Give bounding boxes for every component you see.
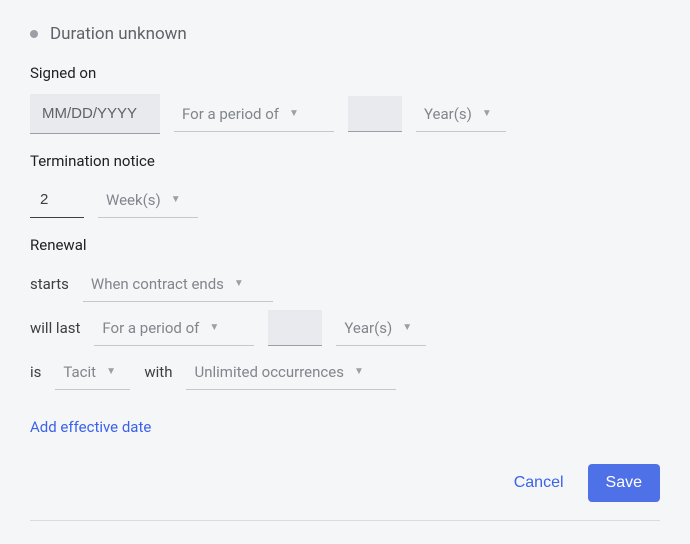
bullet-icon (30, 30, 38, 38)
chevron-down-icon: ▼ (354, 367, 364, 377)
renewal-is-value: Tacit (63, 363, 96, 381)
add-effective-date-link[interactable]: Add effective date (30, 418, 151, 436)
signed-on-label: Signed on (30, 64, 660, 82)
signed-on-period-value-input[interactable] (348, 96, 402, 132)
renewal-starts-select[interactable]: When contract ends ▼ (83, 266, 273, 302)
renewal-is-select[interactable]: Tacit ▼ (55, 354, 130, 390)
signed-on-period-type-value: For a period of (182, 105, 279, 123)
signed-on-period-unit-select[interactable]: Year(s) ▼ (416, 96, 506, 132)
signed-on-date-input[interactable] (30, 94, 160, 134)
termination-unit-value: Week(s) (106, 191, 161, 209)
duration-title: Duration unknown (50, 24, 187, 44)
renewal-will-last-type-value: For a period of (102, 319, 199, 337)
termination-notice-label: Termination notice (30, 152, 660, 170)
save-button[interactable]: Save (588, 464, 660, 502)
cancel-button[interactable]: Cancel (510, 466, 568, 500)
chevron-down-icon: ▼ (171, 195, 181, 205)
renewal-is-row: is Tacit ▼ with Unlimited occurrences ▼ (30, 354, 660, 390)
renewal-will-last-row: will last For a period of ▼ Year(s) ▼ (30, 310, 660, 346)
renewal-is-label: is (30, 363, 41, 381)
renewal-with-label: with (144, 363, 172, 381)
renewal-with-select[interactable]: Unlimited occurrences ▼ (186, 354, 396, 390)
renewal-will-last-value-input[interactable] (268, 310, 322, 346)
renewal-label: Renewal (30, 236, 660, 254)
termination-unit-select[interactable]: Week(s) ▼ (98, 182, 198, 218)
termination-value-input[interactable] (30, 182, 84, 218)
chevron-down-icon: ▼ (402, 323, 412, 333)
renewal-will-last-unit-value: Year(s) (344, 319, 392, 337)
chevron-down-icon: ▼ (106, 367, 116, 377)
chevron-down-icon: ▼ (234, 279, 244, 289)
renewal-starts-value: When contract ends (91, 275, 224, 293)
termination-row: Week(s) ▼ (30, 182, 660, 218)
duration-header: Duration unknown (30, 24, 660, 44)
renewal-starts-label: starts (30, 275, 69, 293)
signed-on-period-type-select[interactable]: For a period of ▼ (174, 96, 334, 132)
renewal-will-last-label: will last (30, 319, 80, 337)
chevron-down-icon: ▼ (289, 109, 299, 119)
signed-on-row: For a period of ▼ Year(s) ▼ (30, 94, 660, 134)
renewal-starts-row: starts When contract ends ▼ (30, 266, 660, 302)
footer-actions: Cancel Save (30, 464, 660, 521)
renewal-will-last-unit-select[interactable]: Year(s) ▼ (336, 310, 426, 346)
renewal-will-last-type-select[interactable]: For a period of ▼ (94, 310, 254, 346)
signed-on-period-unit-value: Year(s) (424, 105, 472, 123)
chevron-down-icon: ▼ (209, 323, 219, 333)
renewal-with-value: Unlimited occurrences (194, 363, 344, 381)
chevron-down-icon: ▼ (482, 109, 492, 119)
